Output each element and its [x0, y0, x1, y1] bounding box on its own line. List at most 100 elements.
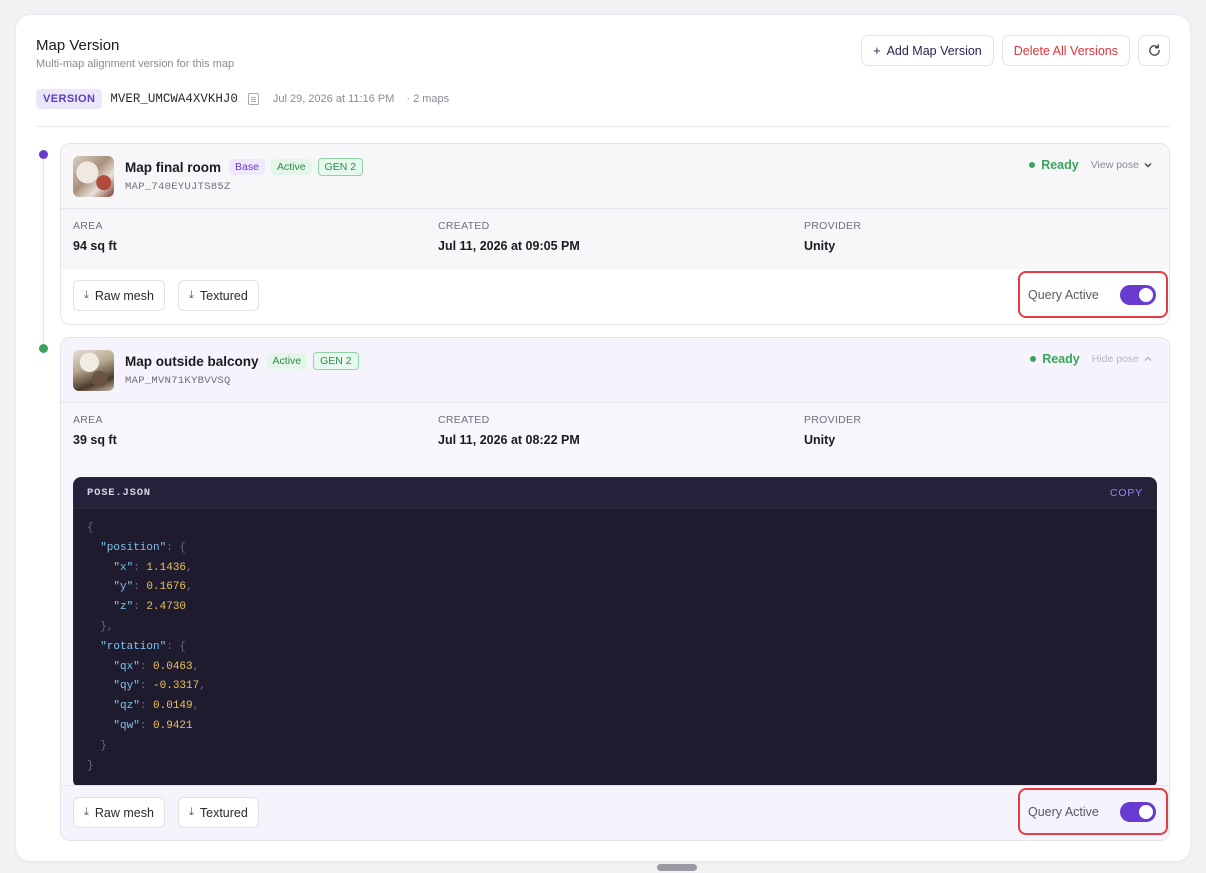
json-punct: },: [87, 620, 114, 633]
json-punct: : {: [166, 640, 187, 653]
json-punct: :: [139, 700, 154, 713]
json-punct: [87, 542, 100, 554]
hide-pose-toggle[interactable]: Hide pose: [1092, 353, 1153, 365]
plus-icon: +: [873, 43, 881, 58]
json-number: -0.3317: [153, 680, 200, 693]
json-punct: ,: [186, 561, 193, 574]
code-line: "rotation": {: [87, 638, 1143, 658]
timeline-line: [43, 155, 44, 347]
query-active-control: Query Active: [1018, 271, 1168, 318]
json-punct: ,: [192, 660, 200, 673]
map-title: Map outside balcony: [125, 353, 259, 369]
json-key: "x": [113, 561, 134, 574]
json-punct: }: [87, 759, 94, 772]
view-pose-label: View pose: [1090, 159, 1139, 171]
textured-button[interactable]: ⤓ Textured: [178, 280, 259, 311]
map-actions-row: ⤓ Raw mesh ⤓ Textured Query Active: [61, 269, 1169, 324]
refresh-icon: [1148, 44, 1160, 56]
query-active-label: Query Active: [1028, 804, 1099, 819]
code-line: "qw": 0.9421: [87, 717, 1143, 737]
download-icon: ⤓: [84, 806, 89, 818]
json-key: "qw": [113, 719, 140, 732]
download-icon: ⤓: [84, 289, 89, 301]
json-punct: :: [133, 561, 147, 574]
json-key: "qx": [113, 660, 140, 673]
json-punct: : {: [166, 541, 187, 554]
refresh-button[interactable]: [1138, 35, 1170, 66]
code-line: {: [87, 519, 1143, 539]
json-number: 0.9421: [153, 719, 193, 732]
json-key: "y": [113, 581, 134, 594]
json-punct: [87, 720, 113, 732]
raw-mesh-label: Raw mesh: [94, 288, 154, 303]
hide-pose-label: Hide pose: [1091, 353, 1139, 365]
raw-mesh-button[interactable]: ⤓ Raw mesh: [73, 797, 165, 828]
textured-label: Textured: [199, 805, 248, 820]
query-active-toggle[interactable]: [1120, 801, 1156, 822]
version-map-count: · 2 maps: [406, 93, 450, 105]
json-punct: }: [87, 739, 107, 752]
map-card-header: Map outside balcony Active GEN 2 MAP_MVN…: [61, 338, 1169, 403]
json-punct: [87, 700, 113, 712]
area-label: AREA: [73, 414, 103, 426]
raw-mesh-button[interactable]: ⤓ Raw mesh: [73, 280, 165, 311]
pose-json-viewer: POSE.JSON COPY { "position": { "x": 1.14…: [73, 477, 1157, 788]
status-text: Ready: [1042, 352, 1080, 366]
code-line: "qy": -0.3317,: [87, 677, 1143, 697]
copy-pose-button[interactable]: COPY: [1110, 487, 1143, 499]
active-tag: Active: [270, 159, 312, 175]
view-pose-toggle[interactable]: View pose: [1091, 159, 1153, 171]
scroll-handle[interactable]: [657, 864, 697, 871]
map-card-outside-balcony: Map outside balcony Active GEN 2 MAP_MVN…: [60, 337, 1170, 841]
code-line: "position": {: [87, 539, 1143, 559]
provider-label: PROVIDER: [804, 220, 862, 232]
json-punct: :: [139, 680, 154, 693]
json-punct: [87, 562, 113, 574]
code-line: "z": 2.4730: [87, 598, 1143, 618]
map-status: Ready View pose: [1029, 158, 1153, 172]
map-name-row: Map final room Base Active GEN 2: [125, 158, 364, 176]
map-info-row: AREA 39 sq ft CREATED Jul 11, 2026 at 08…: [61, 403, 1169, 464]
base-tag: Base: [229, 159, 265, 175]
map-status: Ready Hide pose: [1030, 352, 1153, 366]
header-actions: + Add Map Version Delete All Versions: [861, 35, 1170, 66]
json-punct: [87, 581, 113, 593]
map-card-final-room: Map final room Base Active GEN 2 MAP_740…: [60, 143, 1170, 325]
delete-all-versions-button[interactable]: Delete All Versions: [1001, 35, 1130, 66]
json-punct: ,: [186, 581, 193, 594]
json-punct: :: [133, 581, 147, 594]
json-punct: [87, 641, 100, 653]
map-version-panel: Map Version Multi-map alignment version …: [16, 15, 1190, 861]
created-value: Jul 11, 2026 at 09:05 PM: [438, 239, 580, 253]
code-line: }: [87, 737, 1143, 757]
copy-icon[interactable]: [247, 93, 259, 105]
map-id: MAP_MVN71KYBVVSQ: [125, 375, 231, 387]
download-icon: ⤓: [189, 806, 194, 818]
code-line: "y": 0.1676,: [87, 578, 1143, 598]
json-punct: [87, 601, 113, 613]
download-icon: ⤓: [189, 289, 194, 301]
area-value: 94 sq ft: [73, 239, 117, 253]
add-map-version-button[interactable]: + Add Map Version: [861, 35, 994, 66]
page-subtitle: Multi-map alignment version for this map: [36, 58, 235, 70]
textured-button[interactable]: ⤓ Textured: [178, 797, 259, 828]
json-number: 0.1676: [146, 581, 187, 594]
code-line: }: [87, 757, 1143, 777]
provider-label: PROVIDER: [804, 414, 862, 426]
pose-filename: POSE.JSON: [87, 487, 151, 499]
area-col: AREA 94 sq ft: [73, 220, 117, 253]
timeline-dot-base: [39, 150, 48, 159]
version-badge: VERSION: [36, 89, 103, 109]
gen-tag: GEN 2: [313, 352, 359, 370]
json-punct: ,: [192, 700, 200, 713]
json-key: "position": [100, 541, 167, 554]
chevron-up-icon: [1144, 356, 1152, 361]
json-key: "qz": [113, 700, 140, 713]
json-key: "qy": [113, 680, 140, 693]
map-thumbnail: [73, 350, 114, 391]
created-value: Jul 11, 2026 at 08:22 PM: [438, 433, 580, 447]
query-active-toggle[interactable]: [1120, 284, 1156, 305]
map-id: MAP_740EYUJTS85Z: [125, 181, 231, 193]
provider-col: PROVIDER Unity: [804, 220, 861, 253]
map-name-row: Map outside balcony Active GEN 2: [125, 352, 359, 370]
